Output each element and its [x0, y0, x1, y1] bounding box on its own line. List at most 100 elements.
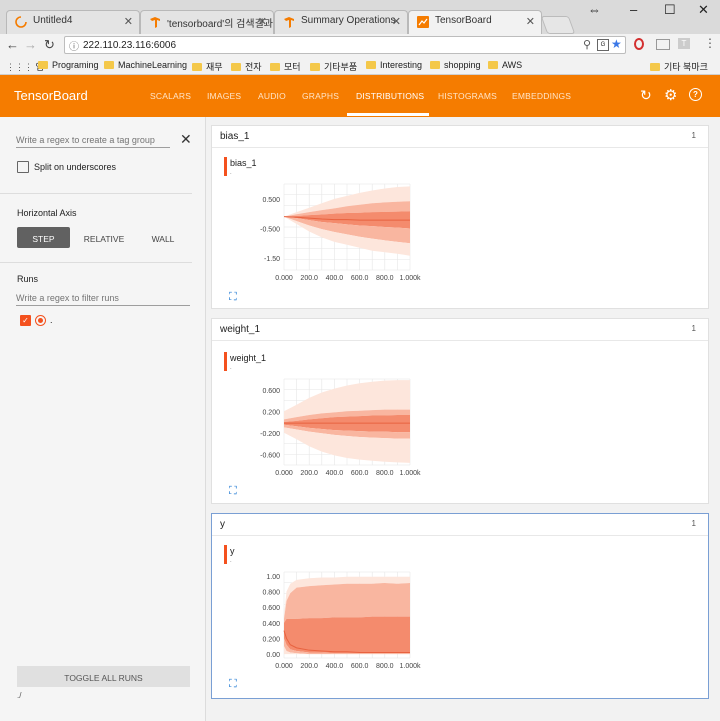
bookmark-label: AWS [502, 60, 523, 70]
distribution-card: y1 y . 1.00 0.800 0.600 0.400 0.200 0.00 0.000… [211, 513, 709, 699]
bookmark-folder[interactable]: 전자 [231, 60, 262, 73]
clear-icon[interactable]: ✕ [180, 131, 192, 148]
tag-run: . [230, 365, 232, 371]
expand-icon[interactable]: ⛶ [229, 679, 239, 690]
zoom-icon[interactable]: ⚲ [583, 38, 591, 51]
card-title: y [220, 519, 225, 530]
tag-group-regex-input[interactable]: Write a regex to create a tag group [16, 135, 170, 148]
logdir-path: ./ [17, 691, 22, 700]
close-tab-icon[interactable]: ✕ [258, 15, 267, 28]
menu-icon[interactable]: ⋮ [704, 36, 716, 50]
tab-embeddings[interactable]: EMBEDDINGS [512, 91, 571, 101]
bookmark-folder[interactable]: 모터 [270, 60, 301, 73]
axis-step-button[interactable]: STEP [17, 227, 70, 248]
card-header[interactable]: weight_1 1 [212, 319, 708, 341]
y-tick-label: 0.800 [262, 590, 280, 597]
y-tick-label: 0.600 [262, 388, 280, 395]
browser-tab-active[interactable]: TensorBoard ✕ [408, 10, 542, 34]
tab-images[interactable]: IMAGES [207, 91, 241, 101]
x-tick-label: 0.000 [275, 470, 293, 477]
bookmark-folder[interactable]: 재무 [192, 60, 223, 73]
minimize-icon[interactable]: – [630, 2, 637, 17]
card-count: 1 [691, 519, 696, 528]
expand-icon[interactable]: ⛶ [229, 486, 239, 497]
browser-tabstrip: Untitled4 ✕ 'tensorboard'의 검색결과 ✕ Summar… [0, 0, 720, 34]
split-underscores-checkbox[interactable] [17, 161, 29, 173]
distribution-card: weight_1 1 weight_1 . 0.600 0.200 -0.200 -0.… [211, 318, 709, 504]
close-tab-icon[interactable]: ✕ [392, 15, 401, 28]
run-checkbox[interactable]: ✓ [20, 315, 31, 326]
y-tick-label: -1.50 [264, 256, 280, 263]
close-tab-icon[interactable]: ✕ [124, 15, 133, 28]
tensorboard-icon [417, 16, 429, 28]
run-color-radio[interactable] [35, 315, 46, 326]
folder-icon [270, 63, 280, 71]
tab-scalars[interactable]: SCALARS [150, 91, 191, 101]
folder-icon [38, 61, 48, 69]
bookmark-star-icon[interactable]: ★ [611, 37, 622, 51]
bookmark-folder[interactable]: shopping [430, 60, 481, 70]
reload-icon[interactable]: ↻ [44, 37, 55, 53]
runs-filter-input[interactable]: Write a regex to filter runs [16, 293, 190, 306]
bookmark-folder[interactable]: 기타 북마크 [650, 60, 708, 73]
bookmark-label: 전자 [245, 62, 262, 72]
opera-extension-icon[interactable] [634, 38, 644, 50]
x-tick-label: 1.000k [399, 275, 421, 282]
x-tick-label: 600.0 [351, 470, 369, 477]
x-tick-label: 200.0 [300, 470, 318, 477]
axis-relative-button[interactable]: RELATIVE [76, 227, 132, 248]
maximize-icon[interactable]: ☐ [664, 2, 676, 18]
x-tick-label: 200.0 [300, 275, 318, 282]
browser-tab[interactable]: Summary Operations ✕ [274, 10, 408, 34]
bookmark-folder[interactable]: 기타부품 [310, 60, 357, 73]
bookmark-label: Interesting [380, 60, 423, 70]
window-restore-arrows-icon[interactable]: ⇔ [588, 2, 601, 17]
x-tick-label: 400.0 [326, 275, 344, 282]
info-icon[interactable]: ⓘ [69, 38, 79, 53]
url-field[interactable]: ⓘ 222.110.23.116:6006 ⚲ G ★ [64, 36, 626, 54]
bookmark-folder[interactable]: Interesting [366, 60, 422, 70]
new-tab-button[interactable] [540, 16, 576, 34]
tab-audio[interactable]: AUDIO [258, 91, 286, 101]
x-tick-label: 600.0 [351, 663, 369, 670]
forward-icon[interactable]: → [24, 37, 37, 52]
card-header[interactable]: bias_1 1 [212, 126, 708, 148]
x-tick-label: 0.000 [275, 275, 293, 282]
distribution-chart: 1.00 0.800 0.600 0.400 0.200 0.00 0.000 200.0 40… [262, 571, 421, 670]
tag-run: . [230, 558, 232, 564]
divider [0, 193, 192, 194]
bookmark-folder[interactable]: MachineLearning [104, 60, 187, 70]
y-tick-label: 0.600 [262, 605, 280, 612]
tab-histograms[interactable]: HISTOGRAMS [438, 91, 497, 101]
card-header[interactable]: y1 [212, 514, 708, 536]
toggle-all-runs-button[interactable]: TOGGLE ALL RUNS [17, 666, 190, 687]
y-tick-label: -0.200 [260, 431, 280, 438]
y-tick-label: -0.600 [260, 452, 280, 459]
tensorflow-icon [150, 17, 160, 28]
axis-wall-button[interactable]: WALL [137, 227, 189, 248]
tab-distributions[interactable]: DISTRIBUTIONS [356, 91, 424, 101]
tab-title: Untitled4 [33, 15, 73, 26]
refresh-icon[interactable]: ↻ [640, 87, 652, 104]
bookmark-label: 기타 북마크 [664, 62, 708, 72]
cast-icon[interactable] [656, 39, 670, 50]
apps-grid-icon: ⋮⋮⋮ [6, 62, 33, 72]
tab-title: Summary Operations [301, 15, 396, 26]
run-name: . [50, 315, 53, 325]
translate-icon[interactable]: G [597, 39, 609, 51]
bookmark-folder[interactable]: AWS [488, 60, 522, 70]
close-window-icon[interactable]: ✕ [698, 2, 709, 18]
tab-graphs[interactable]: GRAPHS [302, 91, 339, 101]
bookmark-folder[interactable]: Programing [38, 60, 99, 70]
distribution-chart: 0.500 -0.500 -1.50 0.000 200.0 400.0 600.0 800.… [260, 183, 421, 282]
back-icon[interactable]: ← [6, 37, 19, 52]
browser-tab[interactable]: Untitled4 ✕ [6, 10, 140, 34]
help-icon[interactable]: ? [689, 88, 702, 101]
folder-icon [488, 61, 498, 69]
browser-tab[interactable]: 'tensorboard'의 검색결과 ✕ [140, 10, 274, 34]
extension-t-icon[interactable]: T [678, 38, 690, 49]
expand-icon[interactable]: ⛶ [229, 292, 239, 303]
x-tick-label: 800.0 [376, 470, 394, 477]
close-tab-icon[interactable]: ✕ [526, 15, 535, 28]
settings-gear-icon[interactable]: ⚙ [664, 86, 677, 104]
